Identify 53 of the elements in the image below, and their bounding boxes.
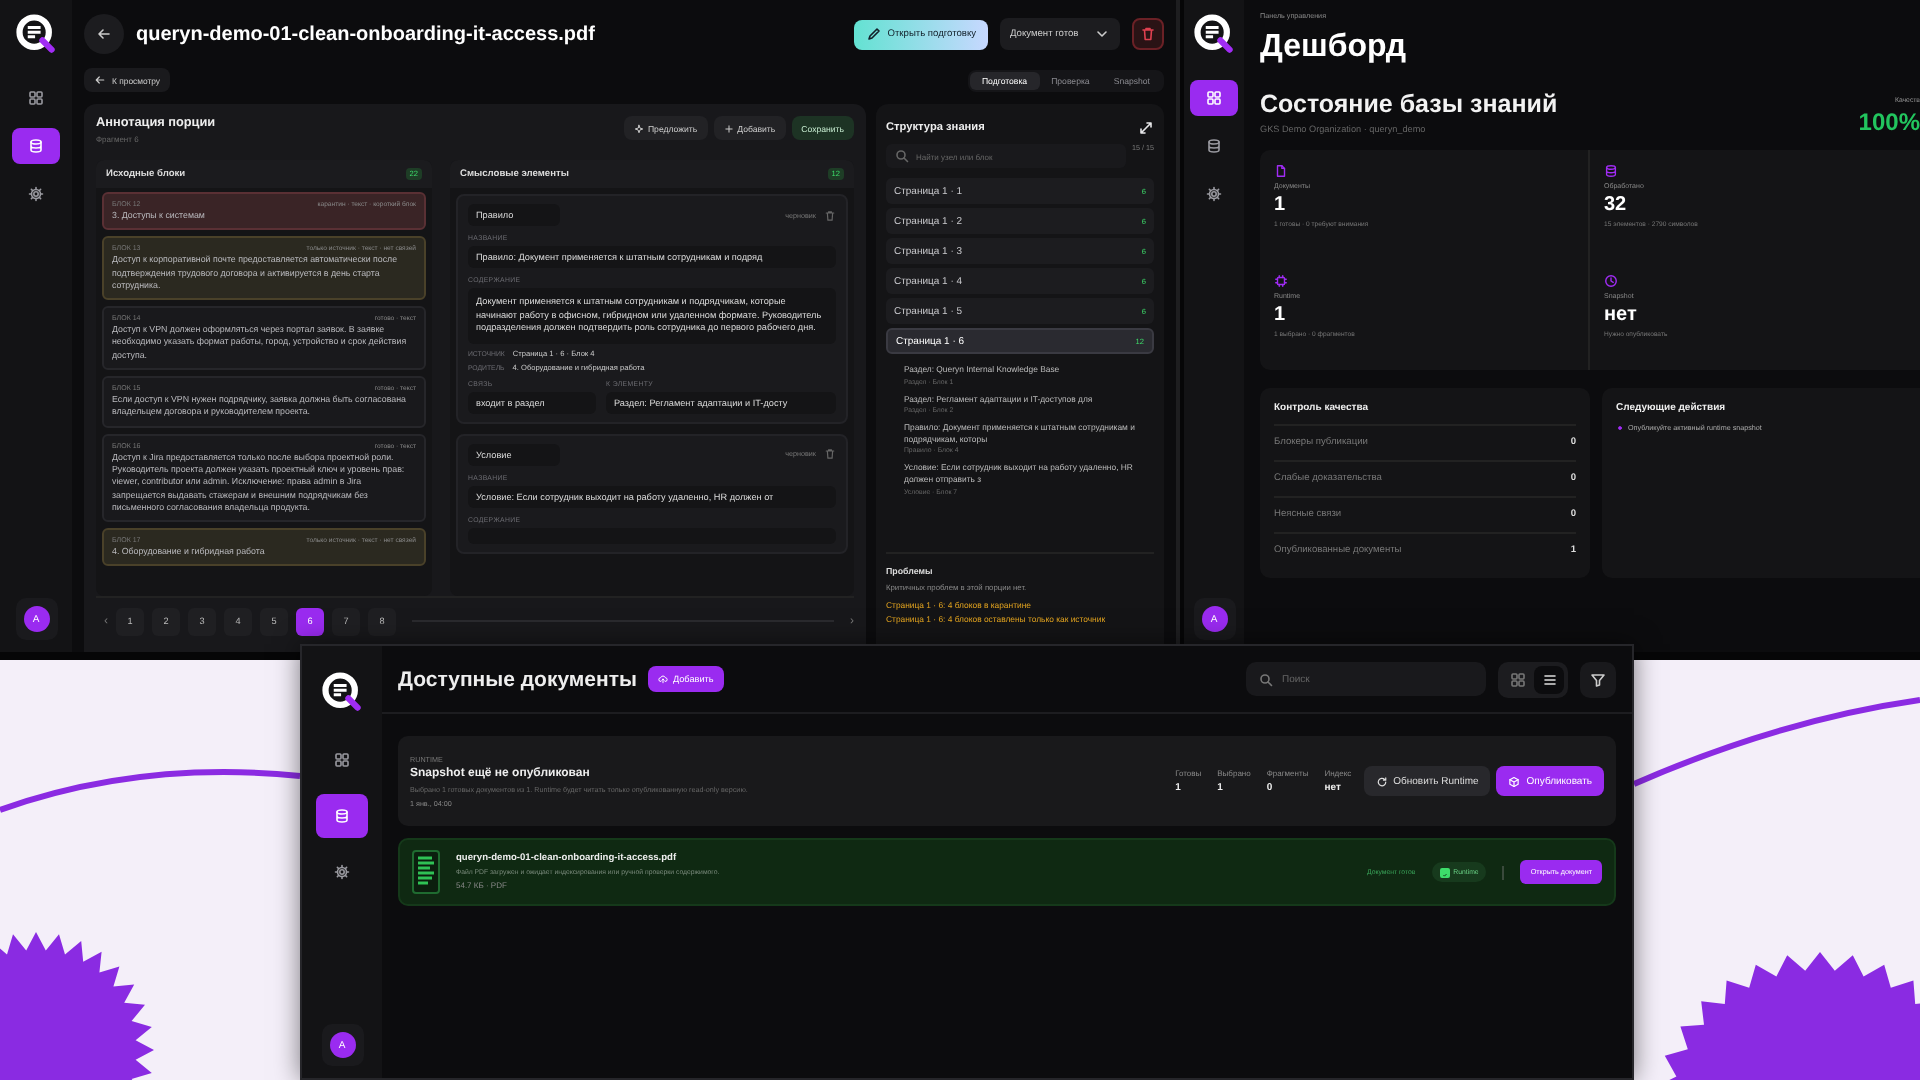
trash-icon <box>824 448 836 461</box>
app-logo <box>1192 12 1236 56</box>
plus-icon <box>723 123 734 133</box>
dashboard-icon <box>1206 90 1222 106</box>
file-thumbnail-icon <box>412 850 440 894</box>
nav-button[interactable] <box>1190 80 1238 116</box>
settings-icon <box>1206 186 1222 202</box>
document-title: queryn-demo-01-clean-onboarding-it-access.pdf <box>136 23 595 45</box>
filter-icon <box>1590 671 1606 687</box>
cube-icon <box>1508 775 1521 787</box>
database-icon <box>334 808 350 824</box>
search-icon <box>894 148 910 164</box>
stat-value: 1 <box>1274 194 1288 216</box>
database-icon <box>1604 164 1618 178</box>
delete-button[interactable] <box>1132 18 1164 50</box>
app-logo <box>320 670 364 714</box>
dashboard-icon <box>334 752 350 768</box>
page-title: Доступные документы <box>398 667 637 691</box>
caret-icon <box>1094 26 1110 42</box>
grid-view-icon <box>1509 671 1525 687</box>
database-icon <box>28 138 44 154</box>
quality-value: 100% <box>1858 108 1920 136</box>
chip-icon <box>1274 274 1288 288</box>
nav-button[interactable] <box>316 794 368 838</box>
filter-button[interactable] <box>1580 661 1616 697</box>
search-icon <box>1258 671 1274 687</box>
back-arrow-icon <box>94 74 106 86</box>
database-icon <box>1206 138 1222 154</box>
refresh-icon <box>1375 775 1388 787</box>
page-title: Дешборд <box>1260 30 1409 66</box>
nav-button[interactable] <box>12 128 60 164</box>
app-logo <box>14 12 58 56</box>
clock-icon <box>1604 274 1618 288</box>
bullet-icon <box>1616 424 1624 432</box>
upload-icon <box>658 674 669 684</box>
section-title: Состояние базы знаний <box>1260 90 1558 118</box>
dashboard-icon <box>28 90 44 106</box>
sparkle-icon <box>633 123 644 133</box>
view-toggle[interactable] <box>1534 665 1564 693</box>
document-icon <box>1274 164 1288 178</box>
pencil-icon <box>865 26 882 42</box>
list-view-icon <box>1541 671 1557 687</box>
settings-icon <box>334 864 350 880</box>
stat-value: 1 <box>1274 304 1288 326</box>
trash-icon <box>824 209 836 221</box>
back-button[interactable] <box>84 14 124 54</box>
stat-value: 32 <box>1604 194 1629 216</box>
stat-value: нет <box>1604 304 1639 326</box>
checkbox[interactable] <box>1439 867 1450 877</box>
settings-icon <box>28 186 44 202</box>
expand-icon <box>1138 120 1154 136</box>
trash-icon <box>1140 26 1156 42</box>
back-arrow-icon <box>96 26 112 42</box>
